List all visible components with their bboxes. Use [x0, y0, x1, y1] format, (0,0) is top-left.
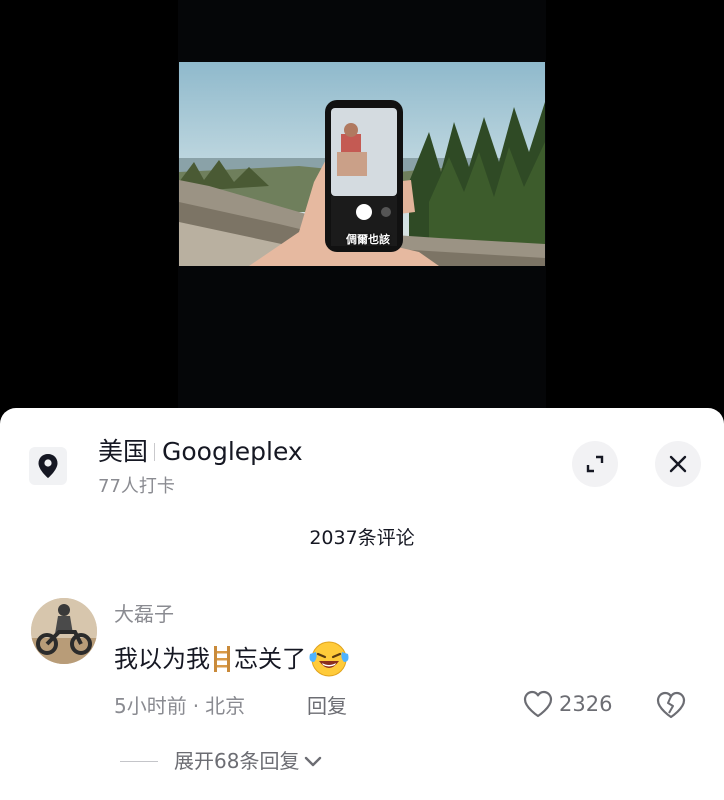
comments-count: 2037条评论 — [309, 527, 415, 549]
replies-divider — [120, 761, 158, 762]
comment-text-before: 我以为我 — [114, 645, 210, 673]
close-button[interactable] — [655, 441, 701, 487]
broken-heart-icon — [656, 691, 686, 719]
expand-icon — [586, 455, 604, 473]
ladder-emoji-icon — [214, 646, 230, 672]
comment-text-after: 忘关了 — [234, 645, 306, 673]
comment-city: 北京 — [205, 694, 246, 718]
reply-button[interactable]: 回复 — [307, 692, 347, 720]
map-pin-icon — [38, 454, 58, 478]
close-icon — [669, 455, 687, 473]
location-region: 美国 — [98, 437, 149, 466]
crying-laughing-emoji-icon — [309, 641, 349, 677]
chevron-down-icon — [305, 756, 322, 767]
heart-icon — [523, 690, 553, 718]
comment-username[interactable]: 大磊子 — [114, 600, 174, 628]
expand-replies-label: 展开68条回复 — [174, 749, 300, 773]
expand-button[interactable] — [572, 441, 618, 487]
comment-text: 我以为我 忘关了 — [114, 640, 352, 678]
title-divider — [154, 443, 156, 461]
video-subtitle: 倜爾也該 — [346, 233, 390, 246]
avatar[interactable] — [31, 598, 97, 664]
expand-replies-button[interactable]: 展开68条回复 — [174, 746, 323, 776]
like-count: 2326 — [559, 692, 613, 716]
dislike-button[interactable] — [656, 691, 686, 723]
location-title[interactable]: 美国 Googleplex — [98, 435, 303, 469]
meta-dot: · — [192, 694, 200, 718]
comment-time: 5小时前 — [114, 694, 187, 718]
comment-meta: 5小时前 · 北京 — [114, 692, 245, 720]
checkin-count: 77人打卡 — [98, 476, 175, 497]
like-button[interactable]: 2326 — [523, 690, 612, 718]
location-icon-box[interactable] — [29, 447, 67, 485]
location-place: Googleplex — [162, 437, 303, 466]
